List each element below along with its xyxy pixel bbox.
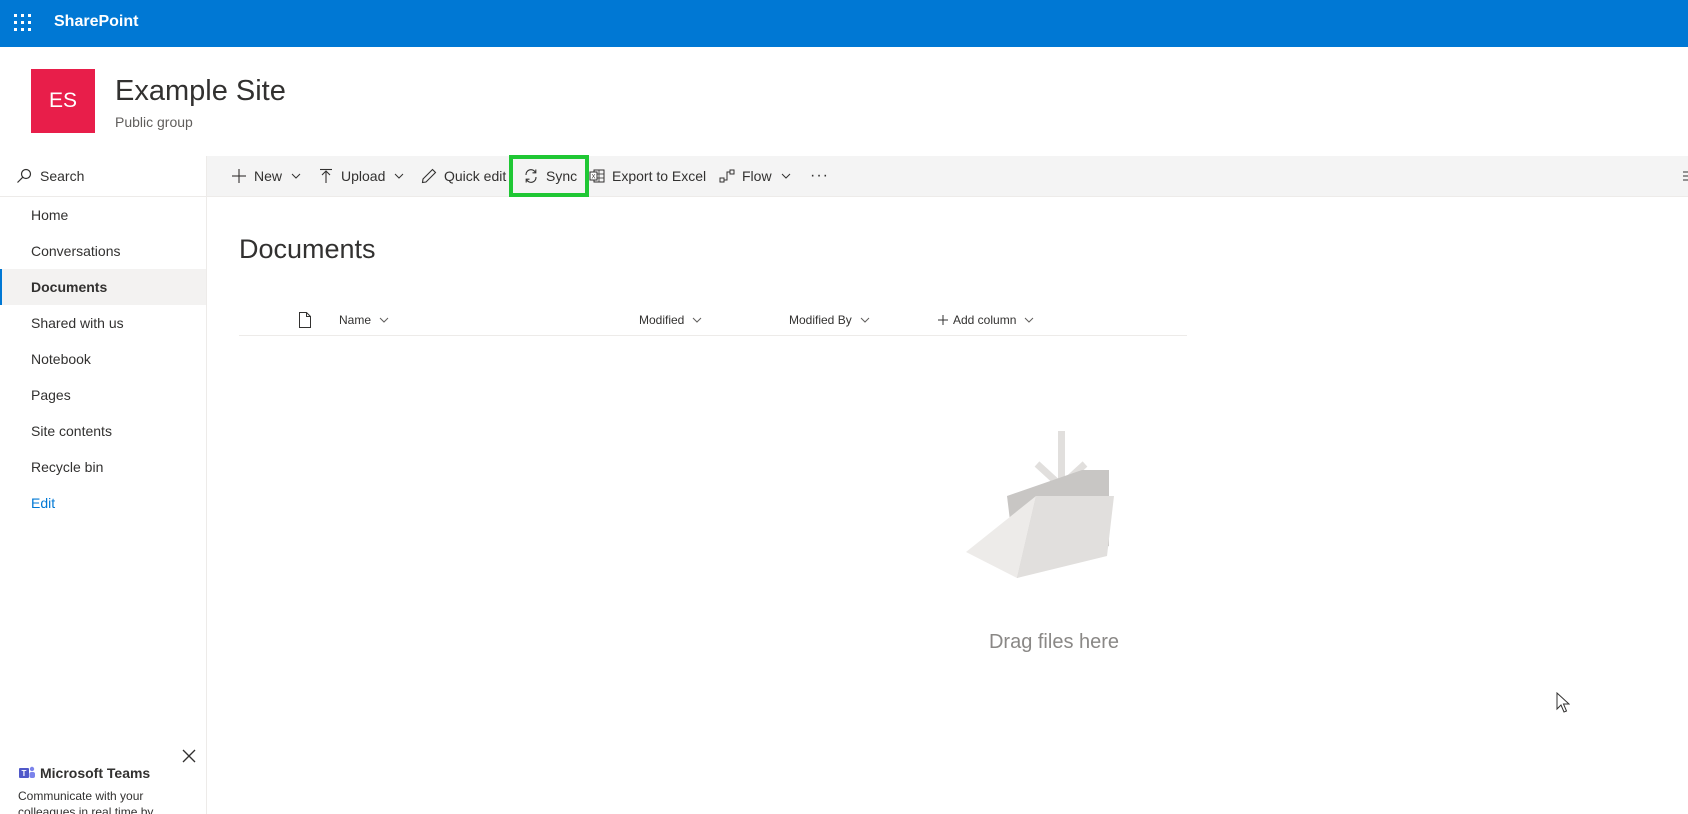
column-modified-by[interactable]: Modified By [789,305,870,335]
teams-promo-text: Communicate with your colleagues in real… [18,789,154,814]
upload-label: Upload [341,168,386,184]
view-options-icon[interactable] [1681,169,1688,183]
quick-edit-button[interactable]: Quick edit [421,156,506,196]
nav-item-site-contents[interactable]: Site contents [0,413,206,449]
nav-item-recycle-bin[interactable]: Recycle bin [0,449,206,485]
more-actions-button[interactable]: ··· [810,156,829,196]
flow-button[interactable]: Flow [719,156,791,196]
page-title: Documents [239,234,376,264]
chevron-down-icon [781,173,790,179]
empty-state-text: Drag files here [988,631,1120,653]
empty-folder-illustration [966,431,1114,578]
pencil-icon [421,168,437,184]
nav-item-home[interactable]: Home [0,197,206,233]
upload-button[interactable]: Upload [318,156,404,196]
teams-promo-title-text: Microsoft Teams [40,765,151,781]
sync-icon [525,169,537,183]
nav-list: Home Conversations Documents Shared with… [0,197,206,521]
chevron-down-icon [860,317,870,323]
svg-text:X: X [591,175,595,181]
command-bar: New Upload Quick edit Sync X Export to E… [207,155,1688,197]
nav-item-pages[interactable]: Pages [0,377,206,413]
upload-icon [320,168,332,183]
svg-text:T: T [22,769,27,778]
file-type-column[interactable] [298,305,312,335]
add-column-label: Add column [953,313,1017,327]
site-title[interactable]: Example Site [115,74,286,108]
sharepoint-brand-link[interactable]: SharePoint [54,12,138,32]
new-label: New [254,168,283,184]
nav-item-conversations[interactable]: Conversations [0,233,206,269]
left-navigation: Search Home Conversations Documents Shar… [0,156,207,814]
chevron-down-icon [291,173,301,179]
more-label: ··· [810,167,829,184]
list-column-header: Name Modified Modified By Add column [239,305,1187,336]
flow-label: Flow [742,168,772,184]
add-icon [232,169,246,183]
suite-bar: SharePoint [0,0,1688,47]
chevron-down-icon [379,317,389,323]
new-button[interactable]: New [231,156,301,196]
teams-promo-title: T Microsoft Teams [18,764,150,782]
nav-edit-link[interactable]: Edit [0,485,206,521]
column-modified-by-label: Modified By [789,313,852,327]
add-icon [938,315,948,325]
teams-icon: T [19,766,35,778]
nav-item-notebook[interactable]: Notebook [0,341,206,377]
column-modified[interactable]: Modified [639,305,702,335]
export-label: Export to Excel [612,168,707,184]
export-to-excel-button[interactable]: X Export to Excel [589,156,706,196]
teams-promo: T Microsoft Teams Communicate with your … [0,738,206,814]
column-modified-label: Modified [639,313,685,327]
column-name[interactable]: Name [339,305,389,335]
search-icon [17,168,32,183]
search-box[interactable]: Search [0,156,206,197]
site-subtitle: Public group [115,114,193,130]
close-icon[interactable] [181,748,197,764]
chevron-down-icon [395,173,404,179]
sync-button[interactable]: Sync [509,155,590,197]
add-column-button[interactable]: Add column [938,305,1034,335]
mouse-pointer-icon [1556,692,1570,713]
nav-item-documents[interactable]: Documents [0,269,206,305]
site-logo[interactable]: ES [31,69,95,133]
column-name-label: Name [339,313,372,327]
flow-icon [719,169,735,183]
chevron-down-icon [1025,317,1034,323]
nav-item-shared-with-us[interactable]: Shared with us [0,305,206,341]
chevron-down-icon [693,317,702,323]
search-label: Search [40,168,85,184]
quick-edit-label: Quick edit [444,168,507,184]
app-launcher-icon[interactable] [12,12,34,34]
document-icon [299,312,311,328]
excel-icon: X [589,169,605,183]
sync-label: Sync [546,168,578,184]
